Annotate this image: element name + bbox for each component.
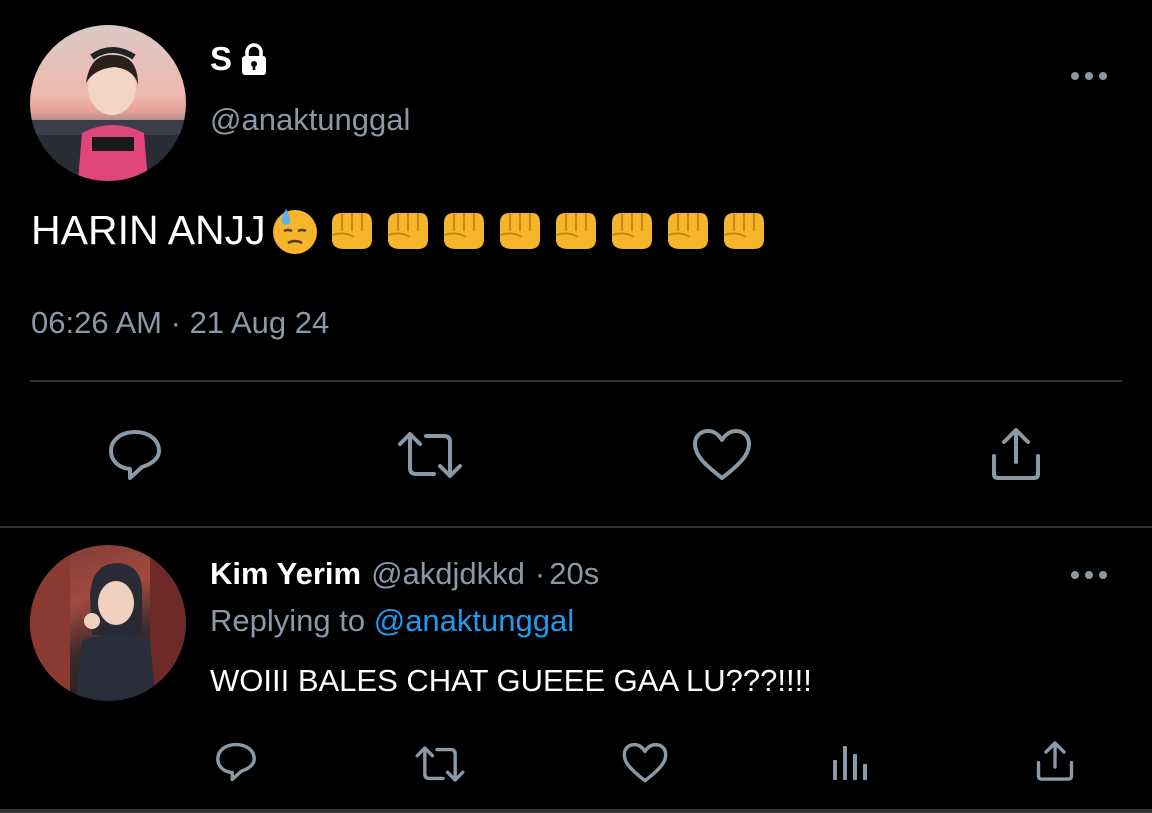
more-horizontal-icon bbox=[1071, 571, 1107, 579]
analytics-icon bbox=[833, 746, 867, 780]
reply-reply-button[interactable] bbox=[214, 740, 258, 784]
divider bbox=[30, 380, 1122, 382]
more-horizontal-icon bbox=[1071, 72, 1107, 80]
reply-age[interactable]: 20s bbox=[549, 556, 599, 592]
more-options-button[interactable] bbox=[1070, 69, 1110, 87]
oncoming-fist-emoji bbox=[499, 213, 540, 249]
reply-analytics-button[interactable] bbox=[830, 742, 870, 782]
lock-icon bbox=[238, 42, 270, 76]
oncoming-fist-emoji bbox=[331, 213, 372, 249]
reply-user-handle[interactable]: @akdjdkkd bbox=[371, 556, 525, 592]
retweet-icon bbox=[398, 432, 462, 478]
reply-header: Kim Yerim @akdjdkkd · 20s bbox=[210, 556, 599, 592]
bottom-divider bbox=[0, 809, 1152, 813]
oncoming-fist-emoji bbox=[667, 213, 708, 249]
user-handle[interactable]: @anaktunggal bbox=[210, 102, 410, 138]
reply-display-name[interactable]: Kim Yerim bbox=[210, 556, 361, 592]
share-icon bbox=[1036, 741, 1074, 781]
replying-to-mention[interactable]: @anaktunggal bbox=[374, 603, 574, 638]
reply-icon bbox=[216, 742, 256, 782]
oncoming-fist-emoji bbox=[555, 213, 596, 249]
reply-avatar-image bbox=[30, 545, 186, 701]
reply-more-options-button[interactable] bbox=[1070, 568, 1110, 586]
oncoming-fist-emoji bbox=[387, 213, 428, 249]
display-name[interactable]: S bbox=[210, 40, 270, 78]
like-button[interactable] bbox=[692, 428, 752, 482]
oncoming-fist-emoji bbox=[723, 213, 764, 249]
tweet-timestamp[interactable]: 06:26 AM · 21 Aug 24 bbox=[31, 305, 329, 341]
reply-button[interactable] bbox=[106, 426, 164, 484]
reply-text: WOIII BALES CHAT GUEEE GAA LU???!!!! bbox=[210, 663, 812, 698]
section-divider bbox=[0, 526, 1152, 528]
tweet-text: HARIN ANJJ bbox=[31, 205, 772, 255]
reply-icon bbox=[109, 430, 161, 480]
tweet-date: 21 Aug 24 bbox=[189, 305, 330, 340]
tweet-time: 06:26 AM bbox=[31, 305, 162, 340]
emoji-row bbox=[268, 205, 772, 255]
share-icon bbox=[992, 428, 1040, 480]
heart-icon bbox=[622, 742, 668, 783]
reply-retweet-button[interactable] bbox=[414, 742, 466, 786]
reply-like-button[interactable] bbox=[622, 742, 668, 784]
share-button[interactable] bbox=[988, 426, 1044, 482]
reply-share-button[interactable] bbox=[1034, 740, 1076, 782]
reply-separator: · bbox=[534, 556, 546, 591]
reply-avatar[interactable] bbox=[30, 545, 186, 701]
oncoming-fist-emoji bbox=[611, 213, 652, 249]
avatar[interactable] bbox=[30, 25, 186, 181]
tweet-text-content: HARIN ANJJ bbox=[31, 206, 266, 253]
display-name-text: S bbox=[210, 40, 233, 77]
replying-to: Replying to @anaktunggal bbox=[210, 603, 574, 639]
retweet-icon bbox=[415, 746, 465, 782]
timestamp-separator: · bbox=[170, 305, 181, 340]
retweet-button[interactable] bbox=[396, 426, 464, 484]
oncoming-fist-emoji bbox=[443, 213, 484, 249]
heart-icon bbox=[693, 429, 751, 480]
replying-to-label: Replying to bbox=[210, 603, 366, 638]
avatar-image bbox=[30, 47, 186, 181]
downcast-face-with-sweat-emoji bbox=[272, 209, 317, 254]
